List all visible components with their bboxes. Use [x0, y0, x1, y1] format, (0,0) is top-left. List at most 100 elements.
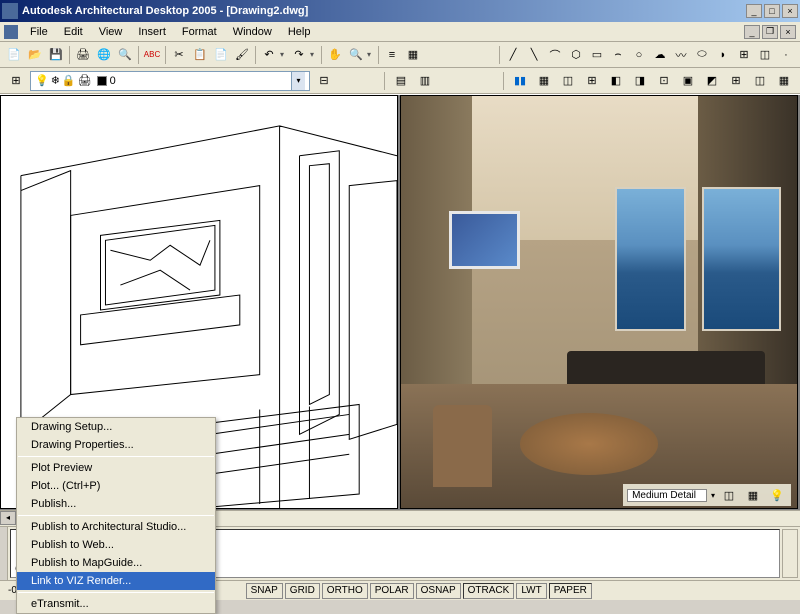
- copy-button[interactable]: 📋: [190, 45, 210, 65]
- otrack-toggle[interactable]: OTRACK: [463, 583, 515, 599]
- aec-tool-3[interactable]: ◫: [558, 71, 578, 91]
- ctx-plot-preview[interactable]: Plot Preview: [17, 459, 215, 477]
- menu-edit[interactable]: Edit: [56, 24, 91, 40]
- menu-file[interactable]: File: [22, 24, 56, 40]
- layer-previous-button[interactable]: ⊟: [314, 71, 334, 91]
- grid-toggle[interactable]: GRID: [285, 583, 320, 599]
- command-scrollbar[interactable]: [782, 529, 798, 578]
- layer-state-icons: 💡❄🔒🖨: [35, 74, 94, 87]
- ortho-toggle[interactable]: ORTHO: [322, 583, 368, 599]
- properties-button[interactable]: ≡: [382, 45, 402, 65]
- menu-help[interactable]: Help: [280, 24, 319, 40]
- viewport-rendered[interactable]: Medium Detail ▾ ◫ ▦ 💡: [400, 95, 798, 509]
- revcloud-tool[interactable]: ☁: [650, 45, 670, 65]
- lwt-toggle[interactable]: LWT: [516, 583, 546, 599]
- ctx-plot[interactable]: Plot... (Ctrl+P): [17, 477, 215, 495]
- layer-iso-button[interactable]: ▥: [415, 71, 435, 91]
- open-button[interactable]: 📂: [25, 45, 45, 65]
- ctx-drawing-properties[interactable]: Drawing Properties...: [17, 436, 215, 454]
- polygon-tool[interactable]: ⬡: [566, 45, 586, 65]
- file-context-menu: Drawing Setup... Drawing Properties... P…: [16, 417, 216, 614]
- aec-tool-1[interactable]: ▮▮: [510, 71, 530, 91]
- aec-tool-2[interactable]: ▦: [534, 71, 554, 91]
- aec-tool-6[interactable]: ◨: [630, 71, 650, 91]
- maximize-button[interactable]: □: [764, 4, 780, 18]
- zoom-button[interactable]: 🔍: [346, 45, 366, 65]
- paper-toggle[interactable]: PAPER: [549, 583, 592, 599]
- viewport-controls: Medium Detail ▾ ◫ ▦ 💡: [623, 484, 791, 506]
- insert-block-tool[interactable]: ⊞: [734, 45, 754, 65]
- mdi-close-button[interactable]: ×: [780, 25, 796, 39]
- plot-preview-button[interactable]: 🔍: [115, 45, 135, 65]
- command-grip[interactable]: [0, 527, 8, 580]
- menu-window[interactable]: Window: [225, 24, 280, 40]
- undo-button[interactable]: ↶: [259, 45, 279, 65]
- chevron-down-icon[interactable]: ▾: [711, 491, 715, 500]
- ctx-link-viz-render[interactable]: Link to VIZ Render...: [17, 572, 215, 590]
- aec-tool-9[interactable]: ◩: [702, 71, 722, 91]
- menubar: File Edit View Insert Format Window Help…: [0, 22, 800, 42]
- app-icon: [2, 3, 18, 19]
- rectangle-tool[interactable]: ▭: [587, 45, 607, 65]
- osnap-toggle[interactable]: OSNAP: [416, 583, 461, 599]
- rendered-scene: [401, 96, 797, 508]
- print-button[interactable]: 🖨: [73, 45, 93, 65]
- aec-tool-11[interactable]: ◫: [750, 71, 770, 91]
- layer-dropdown-arrow-icon[interactable]: ▾: [291, 72, 305, 90]
- detail-level-combo[interactable]: Medium Detail: [627, 489, 707, 502]
- ellipse-tool[interactable]: ⬭: [692, 45, 712, 65]
- menu-view[interactable]: View: [91, 24, 131, 40]
- ctx-publish-mapguide[interactable]: Publish to MapGuide...: [17, 554, 215, 572]
- pan-button[interactable]: ✋: [325, 45, 345, 65]
- mdi-restore-button[interactable]: ❐: [762, 25, 778, 39]
- match-button[interactable]: 🖌: [232, 45, 252, 65]
- minimize-button[interactable]: _: [746, 4, 762, 18]
- make-block-tool[interactable]: ◫: [755, 45, 775, 65]
- layer-combo[interactable]: 💡❄🔒🖨 0 ▾: [30, 71, 310, 91]
- polar-toggle[interactable]: POLAR: [370, 583, 414, 599]
- snap-toggle[interactable]: SNAP: [246, 583, 283, 599]
- save-button[interactable]: 💾: [46, 45, 66, 65]
- aec-tool-12[interactable]: ▦: [774, 71, 794, 91]
- xline-tool[interactable]: ╲: [524, 45, 544, 65]
- mdi-minimize-button[interactable]: _: [744, 25, 760, 39]
- spline-tool[interactable]: 〰: [671, 45, 691, 65]
- publish-button[interactable]: 🌐: [94, 45, 114, 65]
- layer-toolbar: ⊞ 💡❄🔒🖨 0 ▾ ⊟ ▤ ▥ ▮▮ ▦ ◫ ⊞ ◧ ◨ ⊡ ▣ ◩ ⊞ ◫ …: [0, 68, 800, 94]
- aec-tool-4[interactable]: ⊞: [582, 71, 602, 91]
- line-tool[interactable]: ╱: [503, 45, 523, 65]
- layer-name: 0: [110, 75, 116, 87]
- menu-insert[interactable]: Insert: [130, 24, 174, 40]
- ctx-publish[interactable]: Publish...: [17, 495, 215, 513]
- ellipse-arc-tool[interactable]: ◗: [713, 45, 733, 65]
- circle-tool[interactable]: ○: [629, 45, 649, 65]
- paste-button[interactable]: 📄: [211, 45, 231, 65]
- viewport-btn-1[interactable]: ◫: [719, 485, 739, 505]
- point-tool[interactable]: ·: [776, 45, 796, 65]
- scroll-left-icon[interactable]: ◂: [0, 511, 16, 525]
- polyline-tool[interactable]: ⌒: [545, 45, 565, 65]
- aec-tool-5[interactable]: ◧: [606, 71, 626, 91]
- close-button[interactable]: ×: [782, 4, 798, 18]
- viewport-btn-3[interactable]: 💡: [767, 485, 787, 505]
- cut-button[interactable]: ✂: [169, 45, 189, 65]
- aec-tool-10[interactable]: ⊞: [726, 71, 746, 91]
- ctx-publish-web[interactable]: Publish to Web...: [17, 536, 215, 554]
- layer-states-button[interactable]: ▤: [391, 71, 411, 91]
- designcenter-button[interactable]: ▦: [403, 45, 423, 65]
- viewport-btn-2[interactable]: ▦: [743, 485, 763, 505]
- layer-manager-button[interactable]: ⊞: [6, 71, 26, 91]
- spellcheck-button[interactable]: ABC: [142, 45, 162, 65]
- aec-tool-8[interactable]: ▣: [678, 71, 698, 91]
- ctx-drawing-setup[interactable]: Drawing Setup...: [17, 418, 215, 436]
- arc-tool[interactable]: ⌢: [608, 45, 628, 65]
- layer-color-swatch: [97, 76, 107, 86]
- new-button[interactable]: 📄: [4, 45, 24, 65]
- ctx-etransmit[interactable]: eTransmit...: [17, 595, 215, 613]
- mdi-doc-icon[interactable]: [4, 25, 18, 39]
- aec-tool-7[interactable]: ⊡: [654, 71, 674, 91]
- ctx-publish-studio[interactable]: Publish to Architectural Studio...: [17, 518, 215, 536]
- menu-format[interactable]: Format: [174, 24, 225, 40]
- titlebar: Autodesk Architectural Desktop 2005 - [D…: [0, 0, 800, 22]
- redo-button[interactable]: ↷: [289, 45, 309, 65]
